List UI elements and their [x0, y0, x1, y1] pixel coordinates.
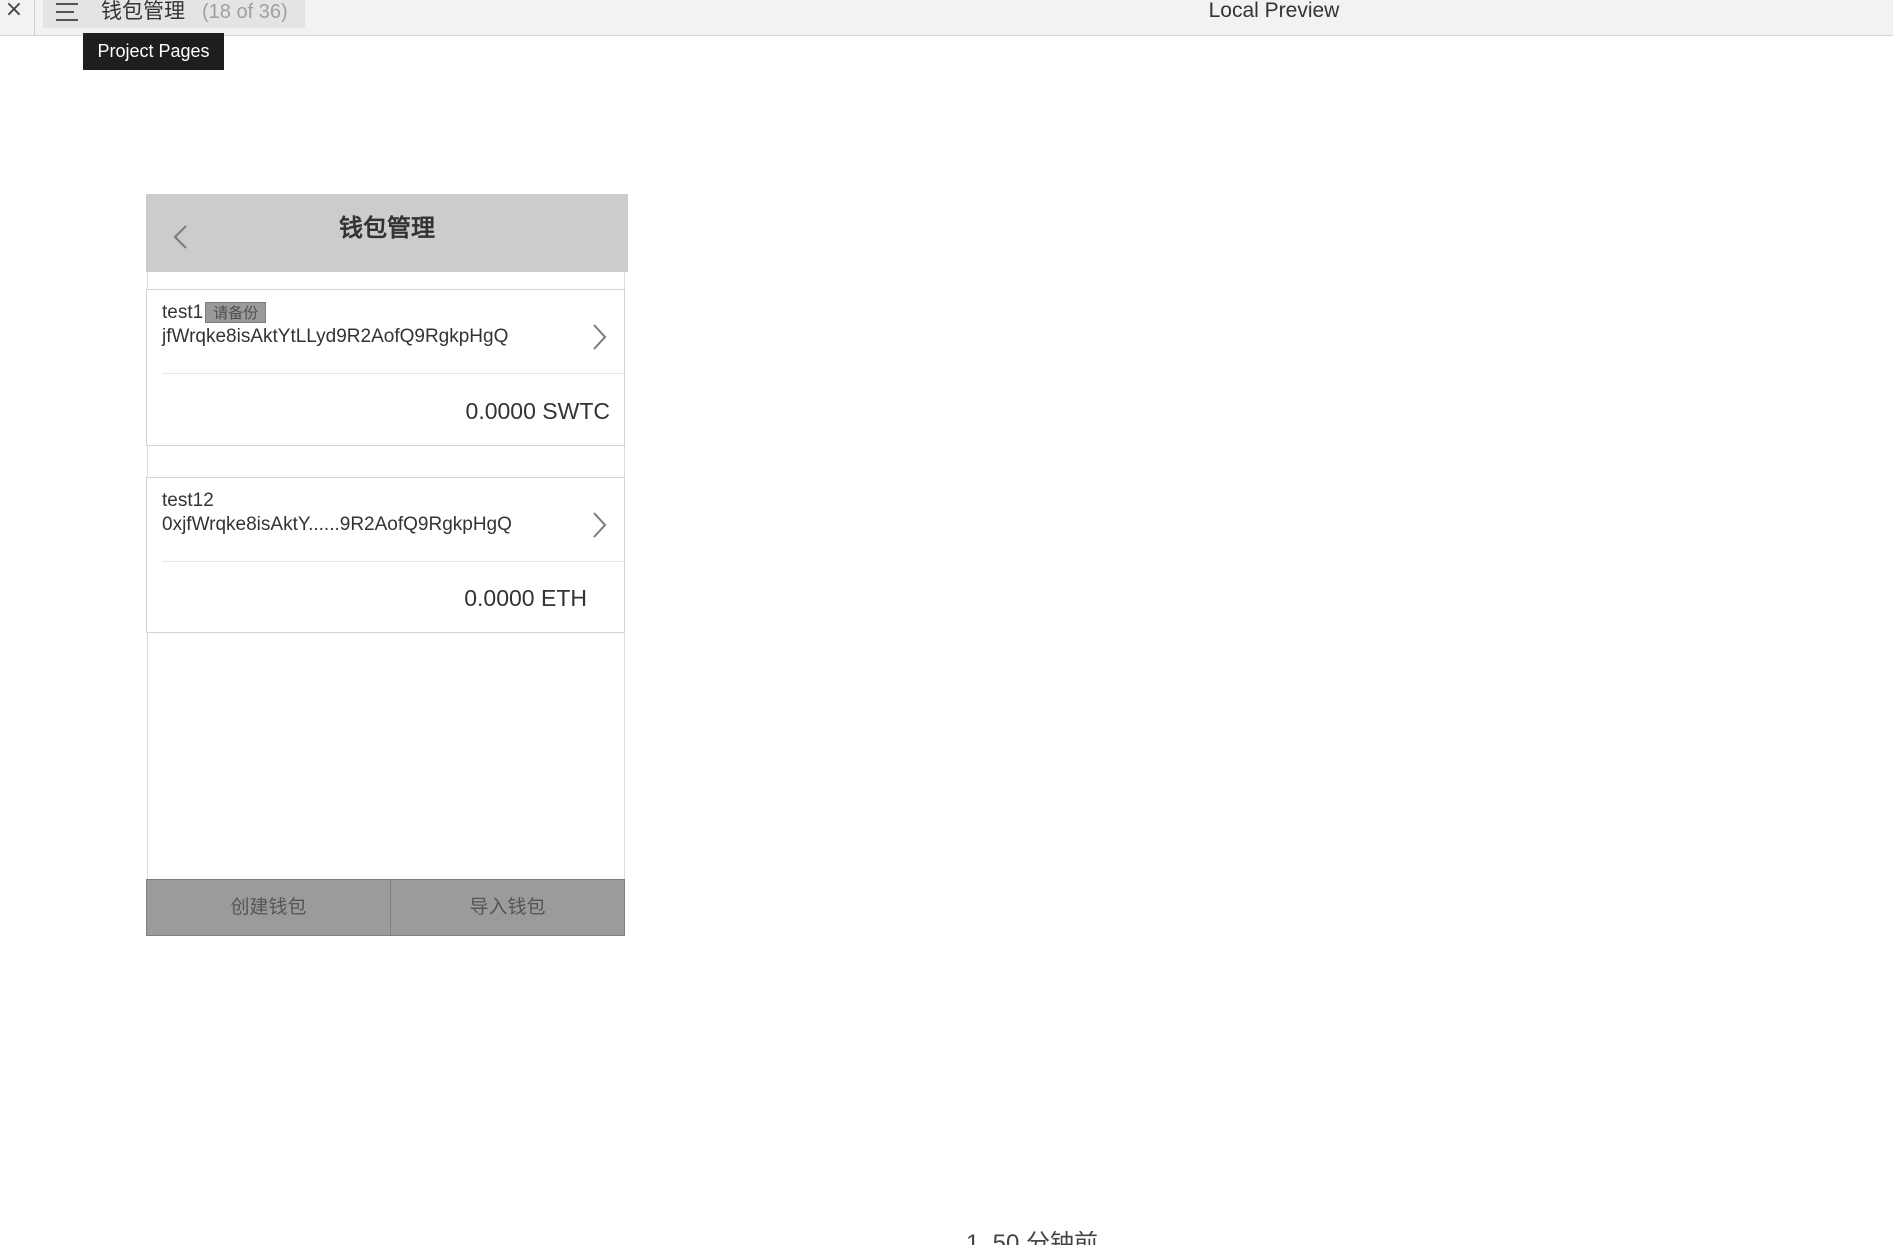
app-header: 钱包管理	[146, 194, 628, 272]
chevron-right-icon[interactable]	[590, 322, 608, 352]
import-wallet-button[interactable]: 导入钱包	[390, 879, 625, 936]
wallet-balance: 0.0000 SWTC	[465, 398, 610, 424]
wallet-balance: 0.0000 ETH	[464, 585, 587, 611]
wallet-name-row: test1 请备份	[162, 301, 267, 325]
hamburger-line	[56, 11, 74, 13]
status-footer: 1, 50 分钟前	[960, 1231, 1180, 1245]
page-count: (18 of 36)	[202, 1, 288, 23]
preview-toolbar: × 钱包管理 (18 of 36) Local Preview	[0, 0, 1893, 36]
backup-badge[interactable]: 请备份	[205, 302, 267, 323]
wallet-address: 0xjfWrqke8isAktY......9R2AofQ9RgkpHgQ	[162, 514, 512, 535]
close-icon[interactable]: ×	[4, 0, 24, 22]
toolbar-divider	[34, 0, 35, 36]
card-divider	[162, 373, 624, 374]
current-page-title: 钱包管理	[101, 0, 185, 23]
wallet-card[interactable]: test12 0xjfWrqke8isAktY......9R2AofQ9Rgk…	[146, 477, 625, 633]
wallet-card[interactable]: test1 请备份 jfWrqke8isAktYtLLyd9R2AofQ9Rgkp…	[146, 289, 625, 446]
create-wallet-button[interactable]: 创建钱包	[146, 879, 391, 936]
card-divider	[162, 561, 624, 562]
hamburger-line	[56, 19, 78, 21]
page-title: 钱包管理	[339, 215, 435, 242]
wallet-address: jfWrqke8isAktYtLLyd9R2AofQ9RgkpHgQ	[162, 326, 509, 347]
hamburger-line	[56, 3, 78, 5]
hamburger-icon[interactable]	[56, 2, 80, 22]
project-pages-tab[interactable]: 钱包管理 (18 of 36)	[43, 0, 305, 28]
last-updated-text: 1, 50 分钟前	[966, 1231, 1099, 1245]
phone-screen: 钱包管理 test1 请备份 jfWrqke8isAktYtLLyd9R2AofQ…	[146, 194, 628, 936]
wallet-name: test1	[162, 302, 204, 323]
project-pages-tooltip: Project Pages	[83, 33, 224, 70]
chevron-right-icon[interactable]	[590, 510, 608, 540]
wallet-name: test12	[162, 490, 214, 511]
wallet-name-row: test12	[162, 489, 214, 513]
preview-title: Local Preview	[1208, 0, 1340, 22]
